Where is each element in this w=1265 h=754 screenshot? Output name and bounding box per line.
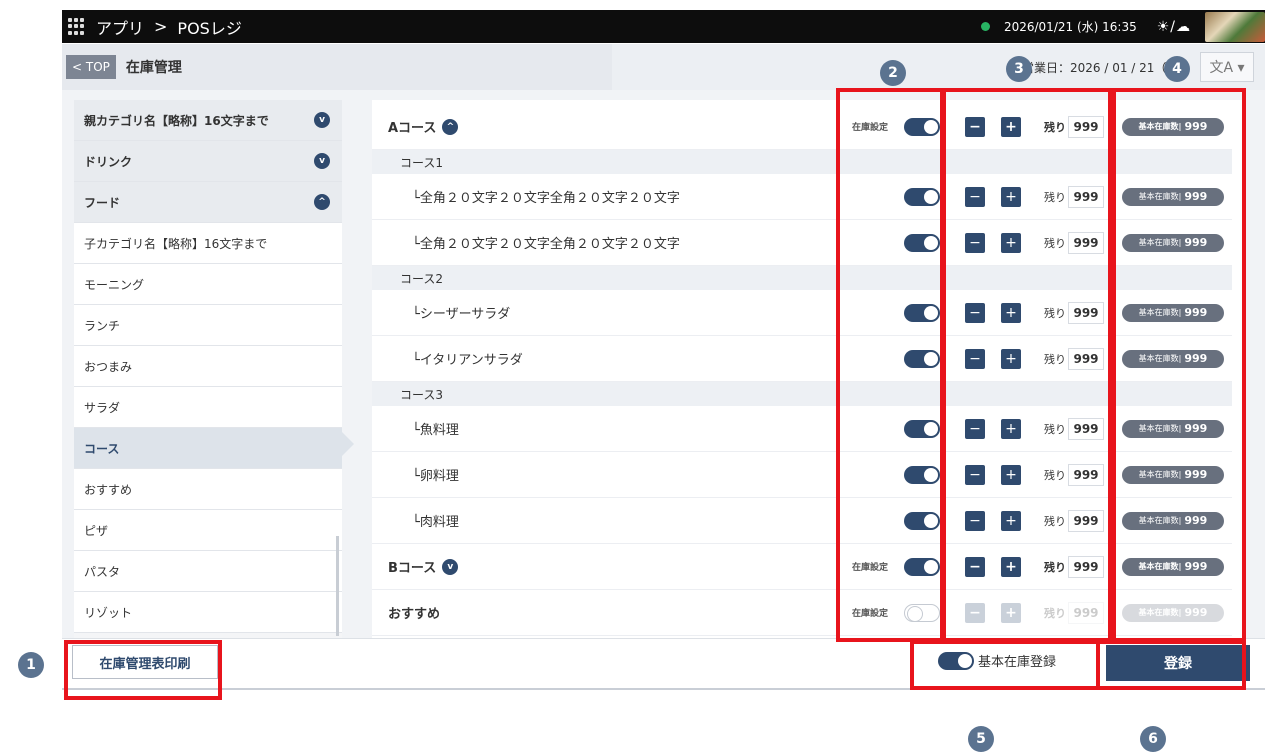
chevron-down-icon[interactable]: v [442,558,459,575]
annotation-badge-2: 2 [880,60,906,86]
row-label: └全角２０文字２０文字全角２０文字２０文字 [412,191,680,206]
sidebar-item[interactable]: コース [74,428,342,469]
sidebar-item-label: おつまみ [84,359,133,374]
chevron-down-icon[interactable]: v [314,112,330,128]
row-label: └卵料理 [412,469,459,484]
row-label: └全角２０文字２０文字全角２０文字２０文字 [412,237,680,252]
annotation-box-6 [1096,640,1246,690]
weather-icon: ☀/☁ [1156,18,1191,35]
sidebar-scrollbar[interactable] [336,536,339,636]
connection-status-icon [980,22,990,31]
breadcrumb-apps[interactable]: アプリ [96,15,144,39]
sidebar-item-label: モーニング [84,277,145,292]
top-back-button[interactable]: < TOP [66,55,116,79]
sidebar-item[interactable]: モーニング [74,264,342,305]
row-label: └魚料理 [412,423,459,438]
sidebar-item[interactable]: パスタ [74,551,342,592]
app-grid-icon[interactable] [68,17,86,36]
annotation-badge-6: 6 [1140,726,1166,752]
sidebar-item-label: コース [84,441,120,456]
sidebar-item[interactable]: ランチ [74,305,342,346]
active-indicator-icon [342,432,354,456]
annotation-box-1 [64,640,222,700]
sidebar-item[interactable]: ドリンク v [74,141,342,182]
sidebar-item-label: サラダ [84,400,121,415]
sidebar-item[interactable]: おすすめ [74,469,342,510]
sidebar-item-label: おすすめ [84,482,133,497]
annotation-badge-4: 4 [1164,56,1190,82]
annotation-badge-1: 1 [18,652,44,678]
annotation-box-4 [1112,88,1246,642]
sidebar-item-label: 子カテゴリ名【略称】16文字まで [84,236,268,251]
row-label: コース2 [400,271,444,286]
current-datetime: 2026/01/21 (水) 16:35 [1003,20,1137,34]
row-label: Bコース [388,561,437,576]
annotation-badge-3: 3 [1006,56,1032,82]
store-thumbnail [1205,11,1265,42]
annotation-box-3 [940,88,1112,642]
breadcrumb-separator: > [154,17,168,36]
annotation-box-2 [836,88,946,642]
row-label: コース3 [400,387,444,402]
row-label: コース1 [400,155,444,170]
sidebar-item-label: リゾット [84,605,133,620]
row-label: └シーザーサラダ [412,307,511,322]
sub-header: < TOP 在庫管理 営業日：2026 / 01 / 21（ 文A ▾ [62,44,1265,90]
top-bar: アプリ > POSレジ 2026/01/21 (水) 16:35 ☀/☁ [62,10,1265,43]
sidebar-item[interactable]: ピザ [74,510,342,551]
business-date: 営業日：2026 / 01 / 21（ [1022,60,1167,75]
sidebar-item-label: フード [84,195,121,210]
annotation-box-5 [910,640,1100,690]
chevron-up-icon[interactable]: ^ [442,118,459,135]
category-sidebar: 親カテゴリ名【略称】16文字まで v ドリンク v フード ^ 子カテゴリ名【略称】16文字… [74,100,342,638]
sidebar-item[interactable]: 親カテゴリ名【略称】16文字まで v [74,100,342,141]
chevron-down-icon[interactable]: v [314,153,330,169]
language-select-icon[interactable]: 文A ▾ [1200,52,1254,82]
breadcrumb-pos: POSレジ [177,18,242,38]
row-label: └イタリアンサラダ [412,353,523,368]
row-label: おすすめ [388,607,441,622]
sidebar-item-label: ピザ [84,523,109,538]
sidebar-item[interactable]: リゾット [74,592,342,633]
sidebar-item-label: パスタ [84,564,121,579]
sidebar-item[interactable]: フード ^ [74,182,342,223]
sidebar-item-label: 親カテゴリ名【略称】16文字まで [84,113,269,128]
sidebar-item[interactable]: おつまみ [74,346,342,387]
row-label: └肉料理 [412,515,459,530]
page-title: 在庫管理 [125,60,182,76]
sidebar-item[interactable]: サラダ [74,387,342,428]
sidebar-item-label: ランチ [84,318,121,333]
sidebar-item-label: ドリンク [84,154,133,169]
annotation-badge-5: 5 [968,726,994,752]
row-label: Aコース [388,121,437,136]
sidebar-item[interactable]: 子カテゴリ名【略称】16文字まで [74,223,342,264]
chevron-up-icon[interactable]: ^ [314,194,330,210]
